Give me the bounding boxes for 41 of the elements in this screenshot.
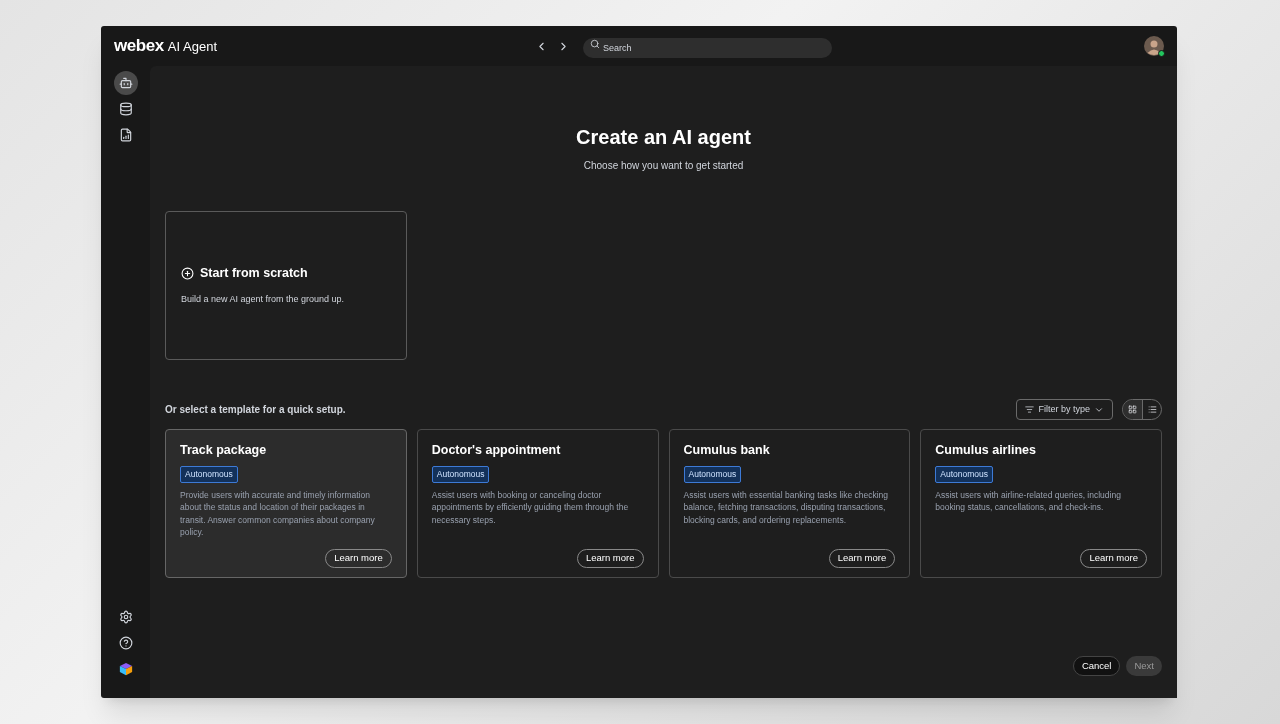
card-tag: Autonomous bbox=[431, 465, 490, 483]
card-title: Cumulus bank bbox=[683, 442, 771, 459]
cube-icon[interactable] bbox=[118, 662, 133, 676]
template-card[interactable]: Track package Autonomous Provide users with accurate and timely information about the status and location of their packages in transit. Answer common companies about company policy. Learn more bbox=[165, 429, 407, 578]
template-card[interactable]: Cumulus airlines Autonomous Assist users with airline-related queries, including booking status, cancellations, and check-ins. Learn more bbox=[920, 429, 1162, 578]
templates-label: Or select a template for a quick setup. bbox=[165, 403, 346, 417]
scratch-card[interactable]: Start from scratch Build a new AI agent from the ground up. bbox=[165, 211, 407, 360]
settings-icon[interactable] bbox=[118, 610, 133, 624]
brand-logo: webex bbox=[114, 35, 164, 58]
card-title: Doctor's appointment bbox=[431, 442, 562, 459]
app-title: AI Agent bbox=[167, 38, 217, 57]
card-title: Cumulus airlines bbox=[935, 442, 1037, 459]
avatar[interactable] bbox=[1144, 36, 1164, 56]
scratch-description: Build a new AI agent from the ground up. bbox=[181, 293, 346, 307]
robot-icon bbox=[118, 76, 133, 90]
card-description: Provide users with accurate and timely information about the status and location of their packages in transit. Answer common companies about company policy. bbox=[180, 488, 376, 539]
search-field[interactable]: Search bbox=[583, 38, 832, 58]
grid-view-button[interactable] bbox=[1123, 400, 1142, 419]
chart-icon bbox=[118, 128, 133, 142]
card-description: Assist users with booking or canceling doctor appointments by efficiently guiding them through the necessary steps. bbox=[431, 488, 630, 526]
cancel-button[interactable]: Cancel bbox=[1072, 656, 1121, 676]
card-title: Track package bbox=[180, 442, 268, 459]
card-description: Assist users with airline-related queries, including booking status, cancellations, and check-ins. bbox=[935, 488, 1122, 514]
search-icon bbox=[590, 39, 600, 49]
template-card[interactable]: Cumulus bank Autonomous Assist users with essential banking tasks like checking balance, fetching transactions, disputing transactions, blocking cards, and ordering replacements. Learn more bbox=[668, 429, 911, 578]
card-description: Assist users with essential banking tasks like checking balance, fetching transactions, disputing transactions, blocking cards, and ordering replacements. bbox=[683, 488, 890, 526]
page-subtitle: Choose how you want to get started bbox=[582, 159, 745, 173]
filter-dropdown[interactable]: Filter by type bbox=[1016, 399, 1113, 420]
card-tag: Autonomous bbox=[935, 465, 993, 483]
scratch-title: Start from scratch bbox=[200, 265, 308, 283]
help-icon[interactable] bbox=[118, 636, 133, 650]
filter-icon bbox=[1025, 405, 1035, 414]
sidebar-item[interactable] bbox=[113, 71, 138, 95]
card-tag: Autonomous bbox=[180, 465, 238, 483]
template-card[interactable]: Doctor's appointment Autonomous Assist users with booking or canceling doctor appointments by efficiently guiding them through the necessary steps. Learn more bbox=[416, 429, 659, 578]
database-icon bbox=[118, 102, 133, 116]
card-tag: Autonomous bbox=[683, 465, 742, 483]
page-title: Create an AI agent bbox=[575, 125, 752, 150]
grid-icon bbox=[1128, 405, 1137, 414]
list-icon bbox=[1147, 405, 1157, 414]
plus-icon bbox=[181, 267, 194, 281]
